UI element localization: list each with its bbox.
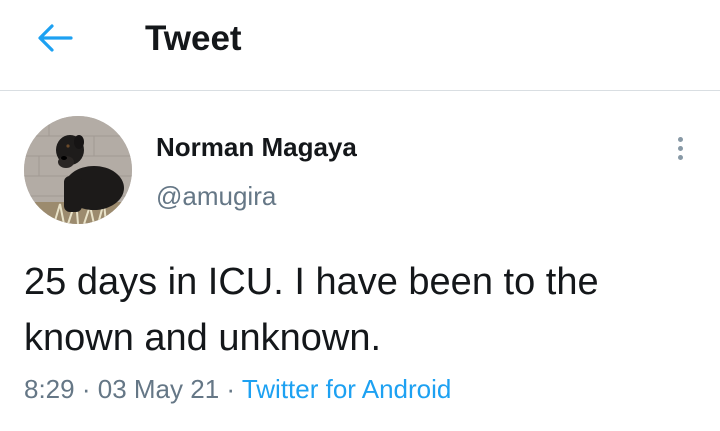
more-vertical-icon-dot (677, 145, 683, 151)
more-vertical-icon (677, 136, 683, 142)
author-name[interactable]: Norman Magaya (156, 131, 357, 163)
meta-separator: · (81, 374, 91, 404)
meta-separator: · (226, 374, 236, 404)
avatar[interactable] (24, 116, 132, 224)
dog-photo (24, 116, 132, 224)
back-button[interactable] (30, 18, 80, 58)
arrow-left-icon (38, 24, 73, 52)
more-options-button[interactable] (664, 128, 696, 168)
tweet-text: 25 days in ICU. I have been to the known… (24, 261, 599, 359)
top-bar: Tweet (0, 0, 720, 91)
tweet-meta: 8:29 · 03 May 21 · Twitter for Android (24, 372, 451, 406)
author-handle[interactable]: @amugira (156, 180, 276, 212)
more-vertical-icon-dot (677, 154, 683, 160)
page-title: Tweet (145, 19, 242, 58)
tweet-time: 8:29 (24, 374, 75, 404)
tweet-source-link[interactable]: Twitter for Android (242, 374, 452, 404)
tweet-date: 03 May 21 (97, 374, 220, 404)
